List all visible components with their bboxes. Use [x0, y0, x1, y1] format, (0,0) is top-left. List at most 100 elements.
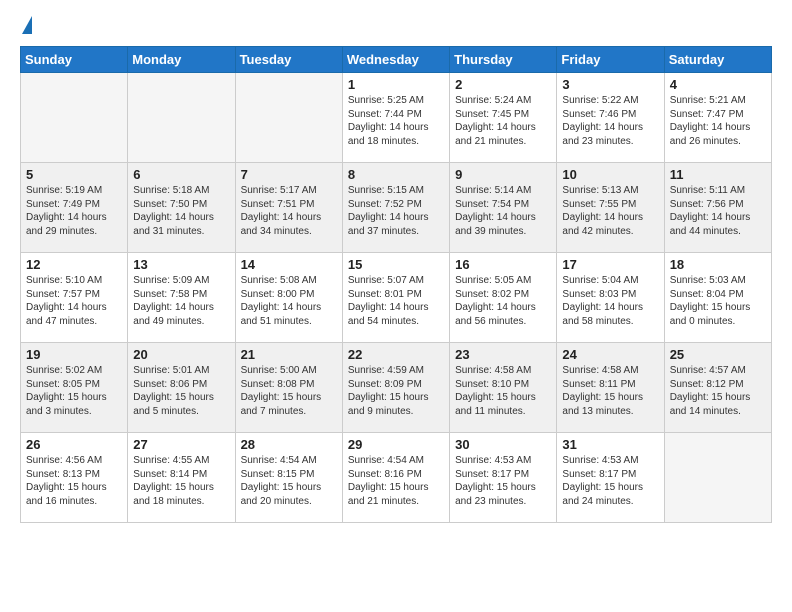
- calendar-cell: [21, 73, 128, 163]
- calendar-cell: 31 Sunrise: 4:53 AM Sunset: 8:17 PM Dayli…: [557, 433, 664, 523]
- day-header-sunday: Sunday: [21, 47, 128, 73]
- day-info: Sunrise: 5:14 AM Sunset: 7:54 PM Dayligh…: [455, 184, 551, 238]
- calendar-cell: 27 Sunrise: 4:55 AM Sunset: 8:14 PM Dayli…: [128, 433, 235, 523]
- day-number: 12: [26, 257, 122, 272]
- day-number: 14: [241, 257, 337, 272]
- calendar-cell: 6Sunrise: 5:18 AM Sunset: 7:50 PM Daylig…: [128, 163, 235, 253]
- calendar-cell: [235, 73, 342, 163]
- calendar-cell: [128, 73, 235, 163]
- calendar-cell: 14Sunrise: 5:08 AM Sunset: 8:00 PM Dayli…: [235, 253, 342, 343]
- calendar-cell: 22 Sunrise: 4:59 AM Sunset: 8:09 PM Dayli…: [342, 343, 449, 433]
- day-info: Sunrise: 4:57 AM Sunset: 8:12 PM Dayligh…: [670, 364, 766, 418]
- day-number: 7: [241, 167, 337, 182]
- day-number: 10: [562, 167, 658, 182]
- day-info: Sunrise: 5:03 AM Sunset: 8:04 PM Dayligh…: [670, 274, 766, 328]
- day-info: Sunrise: 5:13 AM Sunset: 7:55 PM Dayligh…: [562, 184, 658, 238]
- day-number: 29: [348, 437, 444, 452]
- day-info: Sunrise: 4:58 AM Sunset: 8:11 PM Dayligh…: [562, 364, 658, 418]
- calendar-cell: 7 Sunrise: 5:17 AM Sunset: 7:51 PM Daylig…: [235, 163, 342, 253]
- day-info: Sunrise: 4:54 AM Sunset: 8:15 PM Dayligh…: [241, 454, 337, 508]
- day-number: 18: [670, 257, 766, 272]
- calendar-cell: 29Sunrise: 4:54 AM Sunset: 8:16 PM Dayli…: [342, 433, 449, 523]
- day-number: 16: [455, 257, 551, 272]
- calendar-cell: 8 Sunrise: 5:15 AM Sunset: 7:52 PM Daylig…: [342, 163, 449, 253]
- day-info: Sunrise: 5:09 AM Sunset: 7:58 PM Dayligh…: [133, 274, 229, 328]
- day-number: 9: [455, 167, 551, 182]
- day-number: 21: [241, 347, 337, 362]
- day-info: Sunrise: 5:00 AM Sunset: 8:08 PM Dayligh…: [241, 364, 337, 418]
- calendar-cell: 18 Sunrise: 5:03 AM Sunset: 8:04 PM Dayli…: [664, 253, 771, 343]
- calendar-header-row: SundayMondayTuesdayWednesdayThursdayFrid…: [21, 47, 772, 73]
- calendar-cell: 25 Sunrise: 4:57 AM Sunset: 8:12 PM Dayli…: [664, 343, 771, 433]
- calendar-cell: 17 Sunrise: 5:04 AM Sunset: 8:03 PM Dayli…: [557, 253, 664, 343]
- day-info: Sunrise: 5:25 AM Sunset: 7:44 PM Dayligh…: [348, 94, 444, 148]
- day-header-tuesday: Tuesday: [235, 47, 342, 73]
- calendar-week-row: 1 Sunrise: 5:25 AM Sunset: 7:44 PM Daylig…: [21, 73, 772, 163]
- day-header-friday: Friday: [557, 47, 664, 73]
- day-info: Sunrise: 4:56 AM Sunset: 8:13 PM Dayligh…: [26, 454, 122, 508]
- day-info: Sunrise: 5:18 AM Sunset: 7:50 PM Dayligh…: [133, 184, 229, 238]
- day-number: 31: [562, 437, 658, 452]
- calendar-cell: 23 Sunrise: 4:58 AM Sunset: 8:10 PM Dayli…: [450, 343, 557, 433]
- day-number: 5: [26, 167, 122, 182]
- day-number: 15: [348, 257, 444, 272]
- day-info: Sunrise: 4:53 AM Sunset: 8:17 PM Dayligh…: [562, 454, 658, 508]
- calendar-cell: 10 Sunrise: 5:13 AM Sunset: 7:55 PM Dayli…: [557, 163, 664, 253]
- day-number: 28: [241, 437, 337, 452]
- day-info: Sunrise: 5:10 AM Sunset: 7:57 PM Dayligh…: [26, 274, 122, 328]
- day-info: Sunrise: 5:02 AM Sunset: 8:05 PM Dayligh…: [26, 364, 122, 418]
- calendar-cell: 2Sunrise: 5:24 AM Sunset: 7:45 PM Daylig…: [450, 73, 557, 163]
- day-info: Sunrise: 4:55 AM Sunset: 8:14 PM Dayligh…: [133, 454, 229, 508]
- calendar-cell: 1 Sunrise: 5:25 AM Sunset: 7:44 PM Daylig…: [342, 73, 449, 163]
- day-info: Sunrise: 4:53 AM Sunset: 8:17 PM Dayligh…: [455, 454, 551, 508]
- logo: [20, 16, 32, 36]
- day-info: Sunrise: 5:19 AM Sunset: 7:49 PM Dayligh…: [26, 184, 122, 238]
- calendar-week-row: 12 Sunrise: 5:10 AM Sunset: 7:57 PM Dayli…: [21, 253, 772, 343]
- calendar-week-row: 26 Sunrise: 4:56 AM Sunset: 8:13 PM Dayli…: [21, 433, 772, 523]
- calendar-page: SundayMondayTuesdayWednesdayThursdayFrid…: [0, 0, 792, 539]
- calendar-cell: 26 Sunrise: 4:56 AM Sunset: 8:13 PM Dayli…: [21, 433, 128, 523]
- day-info: Sunrise: 5:17 AM Sunset: 7:51 PM Dayligh…: [241, 184, 337, 238]
- day-number: 3: [562, 77, 658, 92]
- day-number: 2: [455, 77, 551, 92]
- calendar-cell: 12 Sunrise: 5:10 AM Sunset: 7:57 PM Dayli…: [21, 253, 128, 343]
- day-number: 17: [562, 257, 658, 272]
- calendar-cell: 3 Sunrise: 5:22 AM Sunset: 7:46 PM Daylig…: [557, 73, 664, 163]
- day-info: Sunrise: 5:07 AM Sunset: 8:01 PM Dayligh…: [348, 274, 444, 328]
- calendar-cell: 16Sunrise: 5:05 AM Sunset: 8:02 PM Dayli…: [450, 253, 557, 343]
- calendar-cell: 24 Sunrise: 4:58 AM Sunset: 8:11 PM Dayli…: [557, 343, 664, 433]
- day-info: Sunrise: 5:22 AM Sunset: 7:46 PM Dayligh…: [562, 94, 658, 148]
- calendar-cell: 11Sunrise: 5:11 AM Sunset: 7:56 PM Dayli…: [664, 163, 771, 253]
- day-header-wednesday: Wednesday: [342, 47, 449, 73]
- day-number: 22: [348, 347, 444, 362]
- calendar-cell: 30 Sunrise: 4:53 AM Sunset: 8:17 PM Dayli…: [450, 433, 557, 523]
- calendar-cell: 19 Sunrise: 5:02 AM Sunset: 8:05 PM Dayli…: [21, 343, 128, 433]
- logo-triangle-icon: [22, 16, 32, 34]
- calendar-week-row: 5 Sunrise: 5:19 AM Sunset: 7:49 PM Daylig…: [21, 163, 772, 253]
- day-info: Sunrise: 5:21 AM Sunset: 7:47 PM Dayligh…: [670, 94, 766, 148]
- day-header-monday: Monday: [128, 47, 235, 73]
- day-info: Sunrise: 4:58 AM Sunset: 8:10 PM Dayligh…: [455, 364, 551, 418]
- day-info: Sunrise: 4:59 AM Sunset: 8:09 PM Dayligh…: [348, 364, 444, 418]
- calendar-table: SundayMondayTuesdayWednesdayThursdayFrid…: [20, 46, 772, 523]
- day-info: Sunrise: 5:15 AM Sunset: 7:52 PM Dayligh…: [348, 184, 444, 238]
- day-number: 20: [133, 347, 229, 362]
- calendar-cell: 21 Sunrise: 5:00 AM Sunset: 8:08 PM Dayli…: [235, 343, 342, 433]
- calendar-cell: [664, 433, 771, 523]
- day-number: 30: [455, 437, 551, 452]
- day-number: 8: [348, 167, 444, 182]
- calendar-cell: 4Sunrise: 5:21 AM Sunset: 7:47 PM Daylig…: [664, 73, 771, 163]
- day-header-thursday: Thursday: [450, 47, 557, 73]
- day-number: 25: [670, 347, 766, 362]
- header: [20, 16, 772, 36]
- day-number: 19: [26, 347, 122, 362]
- day-number: 13: [133, 257, 229, 272]
- day-header-saturday: Saturday: [664, 47, 771, 73]
- day-number: 23: [455, 347, 551, 362]
- day-info: Sunrise: 5:11 AM Sunset: 7:56 PM Dayligh…: [670, 184, 766, 238]
- day-number: 24: [562, 347, 658, 362]
- day-info: Sunrise: 5:04 AM Sunset: 8:03 PM Dayligh…: [562, 274, 658, 328]
- day-number: 26: [26, 437, 122, 452]
- day-number: 1: [348, 77, 444, 92]
- day-number: 27: [133, 437, 229, 452]
